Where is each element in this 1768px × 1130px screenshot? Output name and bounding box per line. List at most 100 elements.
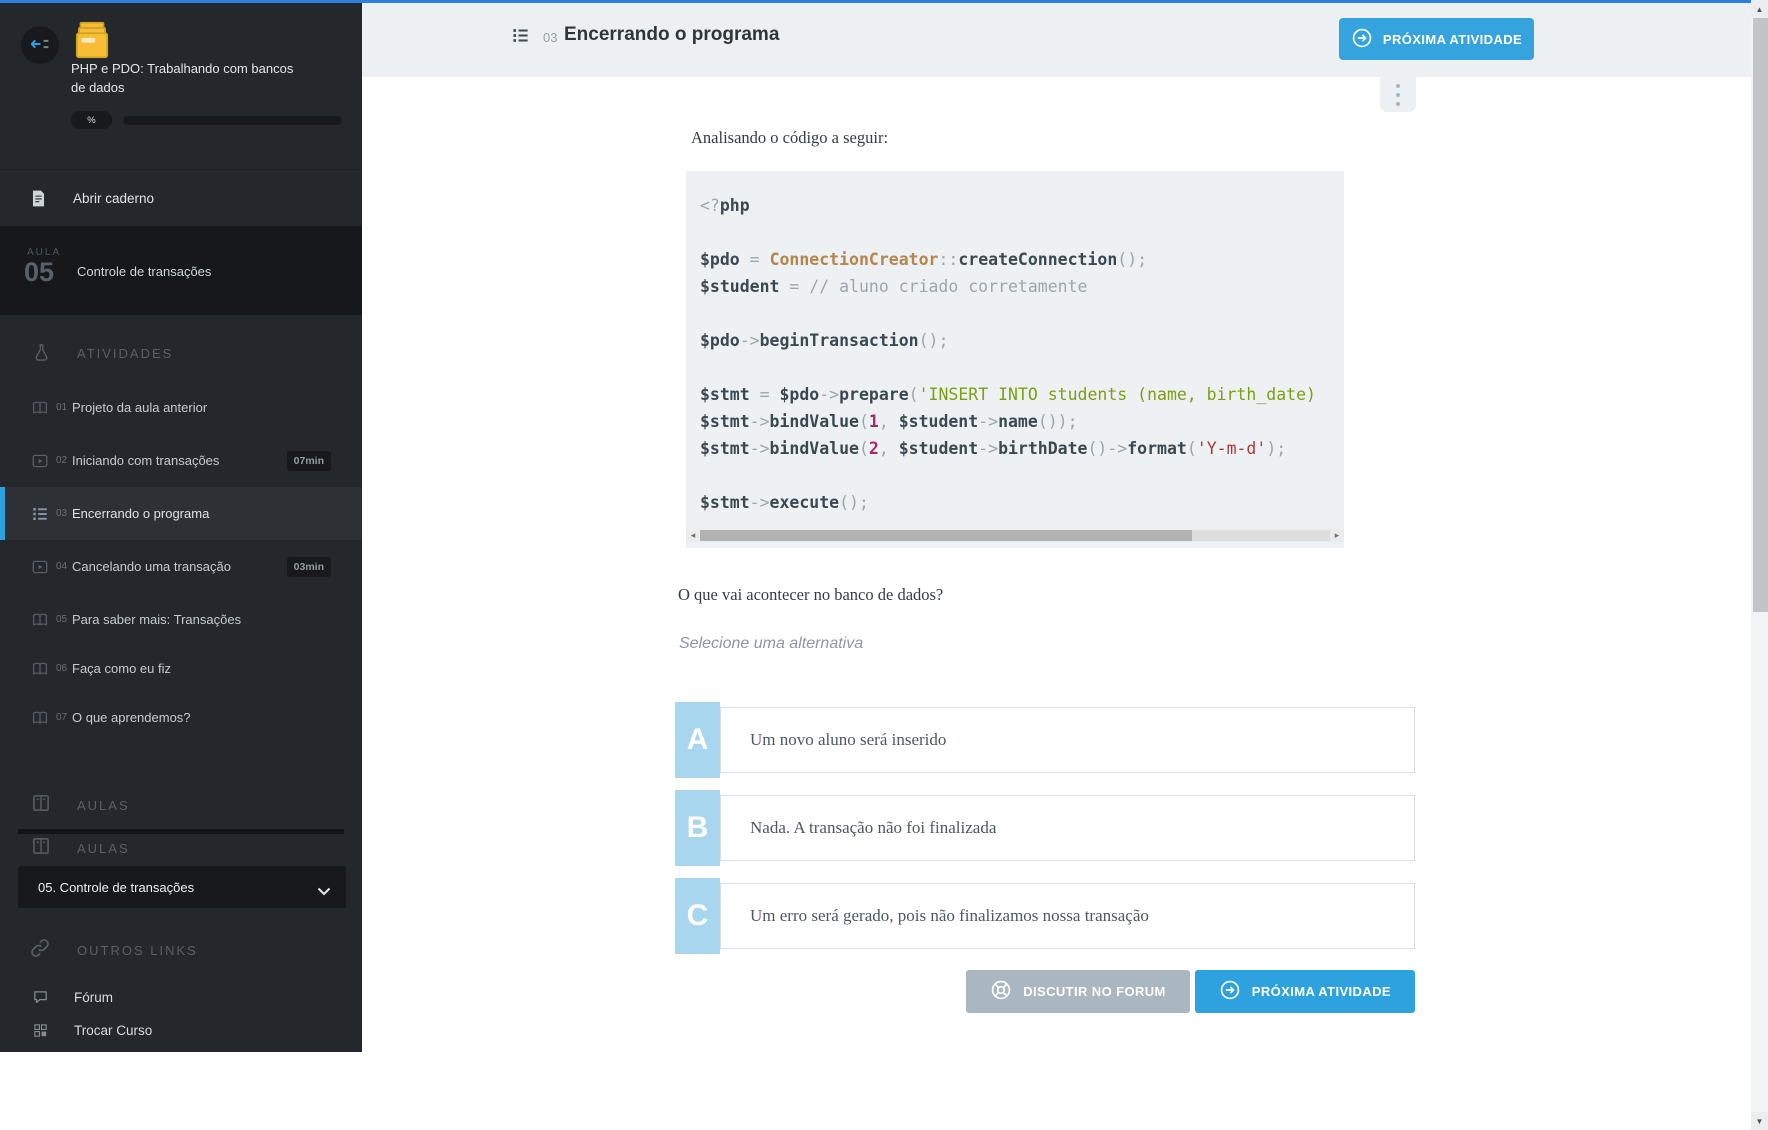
duration-badge: 03min	[287, 557, 331, 577]
alternative-text: Um novo aluno será inserido	[720, 707, 1415, 773]
scroll-up-button[interactable]: ▲	[1751, 0, 1768, 18]
sidebar-activity-04[interactable]: 04 Cancelando uma transação 03min	[0, 540, 362, 593]
code-line: $stmt = $pdo->prepare('INSERT INTO stude…	[700, 381, 1338, 408]
sidebar-activity-06[interactable]: 06 Faça como eu fiz	[0, 642, 362, 695]
book-icon	[31, 660, 49, 678]
lesson-number: 05	[24, 257, 54, 288]
course-sidebar: PHP e PDO: Trabalhando com bancos de dad…	[0, 0, 362, 1052]
code-line: <?php	[700, 192, 1338, 219]
divider	[18, 829, 344, 834]
aulas-section-header-duplicate: AULAS	[0, 835, 362, 863]
alternative-letter: A	[675, 702, 720, 778]
aulas-header-label: AULAS	[77, 798, 130, 813]
back-arrow-icon	[29, 36, 51, 55]
activity-label: Encerrando o programa	[72, 506, 209, 521]
more-options-button[interactable]	[1380, 77, 1416, 112]
activity-title: Encerrando o programa	[564, 24, 779, 46]
scroll-right-button[interactable]: ▸	[1330, 529, 1344, 542]
other-links-section-header: OUTROS LINKS	[0, 937, 362, 965]
activity-number: 06	[56, 663, 67, 674]
code-line: $stmt->bindValue(1, $student->name());	[700, 408, 1338, 435]
sidebar-link-trocar-curso[interactable]: Trocar Curso	[0, 1015, 362, 1046]
code-line: $pdo = ConnectionCreator::createConnecti…	[700, 246, 1338, 273]
aulas-header-label: AULAS	[77, 841, 130, 856]
activity-header: 03 Encerrando o programa PRÓXIMA ATIVIDA…	[362, 3, 1751, 77]
alternative-text: Nada. A transação não foi finalizada	[720, 795, 1415, 861]
code-line	[700, 300, 1338, 327]
activities-header-label: ATIVIDADES	[77, 346, 173, 361]
duration-badge: 07min	[287, 451, 331, 471]
link-label: Fórum	[74, 990, 113, 1005]
lesson-title: Controle de transações	[77, 264, 211, 279]
activity-number: 04	[56, 561, 67, 572]
link-label: Trocar Curso	[74, 1023, 152, 1038]
scroll-left-button[interactable]: ◂	[686, 529, 700, 542]
code-line: $stmt->bindValue(2, $student->birthDate(…	[700, 435, 1338, 462]
discuss-forum-button[interactable]: DISCUTIR NO FORUM	[966, 970, 1190, 1013]
code-line: $student = // aluno criado corretamente	[700, 273, 1338, 300]
alternative-B[interactable]: BNada. A transação não foi finalizada	[675, 790, 1415, 866]
current-lesson-banner: AULA 05 Controle de transações	[0, 226, 362, 315]
kebab-dot	[1396, 93, 1400, 97]
activity-label: Projeto da aula anterior	[72, 400, 207, 415]
select-alternative-hint: Selecione uma alternativa	[679, 635, 1418, 653]
activity-number: 07	[56, 712, 67, 723]
link-icon	[29, 937, 51, 959]
sidebar-activity-05[interactable]: 05Para saber mais: Transações	[0, 593, 362, 646]
alternative-C[interactable]: CUm erro será gerado, pois não finalizam…	[675, 878, 1415, 954]
notebook-icon	[29, 189, 48, 208]
question-content: Analisando o código a seguir: <?php$pdo …	[678, 77, 1418, 1013]
activity-label: Cancelando uma transação	[72, 559, 231, 574]
discuss-forum-label: DISCUTIR NO FORUM	[1023, 984, 1166, 999]
aulas-book-icon	[31, 836, 51, 856]
page-scrollbar: ▲ ▼	[1751, 0, 1768, 1130]
alternative-A[interactable]: AUm novo aluno será inserido	[675, 702, 1415, 778]
activity-number: 03	[543, 30, 557, 45]
horizontal-scroll-thumb[interactable]	[700, 530, 1192, 541]
lesson-select-dropdown[interactable]: 05. Controle de transações	[18, 866, 346, 908]
chat-icon	[32, 989, 49, 1006]
intro-text: Analisando o código a seguir:	[691, 128, 1418, 148]
activity-label: Faça como eu fiz	[72, 661, 171, 676]
book-icon	[31, 611, 49, 629]
scroll-down-button[interactable]: ▼	[1751, 1112, 1768, 1130]
other-links-header-label: OUTROS LINKS	[77, 943, 198, 958]
alternative-letter: C	[675, 878, 720, 954]
vertical-scroll-thumb[interactable]	[1753, 18, 1768, 612]
horizontal-scroll-track[interactable]	[1192, 530, 1330, 541]
next-activity-label: PRÓXIMA ATIVIDADE	[1383, 32, 1522, 47]
next-activity-label: PRÓXIMA ATIVIDADE	[1252, 984, 1391, 999]
activity-label: O que aprendemos?	[72, 710, 191, 725]
open-notebook-button[interactable]: Abrir caderno	[0, 169, 362, 227]
course-logo-icon	[71, 21, 113, 59]
kebab-dot	[1396, 102, 1400, 106]
progress-percent-badge: %	[71, 111, 112, 129]
next-activity-button-top[interactable]: PRÓXIMA ATIVIDADE	[1339, 18, 1534, 60]
code-line: $pdo->beginTransaction();	[700, 327, 1338, 354]
arrow-circle-icon	[1219, 979, 1241, 1004]
course-progress-bar	[123, 116, 342, 125]
alternatives-list: AUm novo aluno será inseridoBNada. A tra…	[675, 702, 1415, 954]
code-line	[700, 354, 1338, 381]
sidebar-activity-07[interactable]: 07 O que aprendemos?	[0, 691, 362, 744]
aulas-book-icon	[31, 793, 51, 813]
book-icon	[31, 709, 49, 727]
sidebar-link-fórum[interactable]: Fórum	[0, 982, 362, 1013]
aulas-section-header: AULAS	[0, 792, 362, 820]
lesson-select-value: 05. Controle de transações	[38, 880, 194, 895]
lifebuoy-icon	[990, 979, 1012, 1004]
list-icon	[31, 505, 49, 523]
sidebar-activity-01[interactable]: 01 Projeto da aula anterior	[0, 381, 362, 434]
alternative-letter: B	[675, 790, 720, 866]
grid-icon	[32, 1022, 49, 1039]
collapse-sidebar-button[interactable]	[21, 26, 59, 64]
next-activity-button-bottom[interactable]: PRÓXIMA ATIVIDADE	[1195, 970, 1415, 1013]
code-line	[700, 219, 1338, 246]
course-title: PHP e PDO: Trabalhando com bancos de dad…	[71, 59, 306, 97]
activity-number: 01	[56, 402, 67, 413]
code-lines: <?php$pdo = ConnectionCreator::createCon…	[700, 192, 1344, 516]
sidebar-activity-03[interactable]: 03Encerrando o programa	[0, 487, 362, 540]
sidebar-activity-02[interactable]: 02Iniciando com transações07min	[0, 434, 362, 487]
question-text: O que vai acontecer no banco de dados?	[678, 585, 1418, 605]
code-line: $stmt->execute();	[700, 489, 1338, 516]
